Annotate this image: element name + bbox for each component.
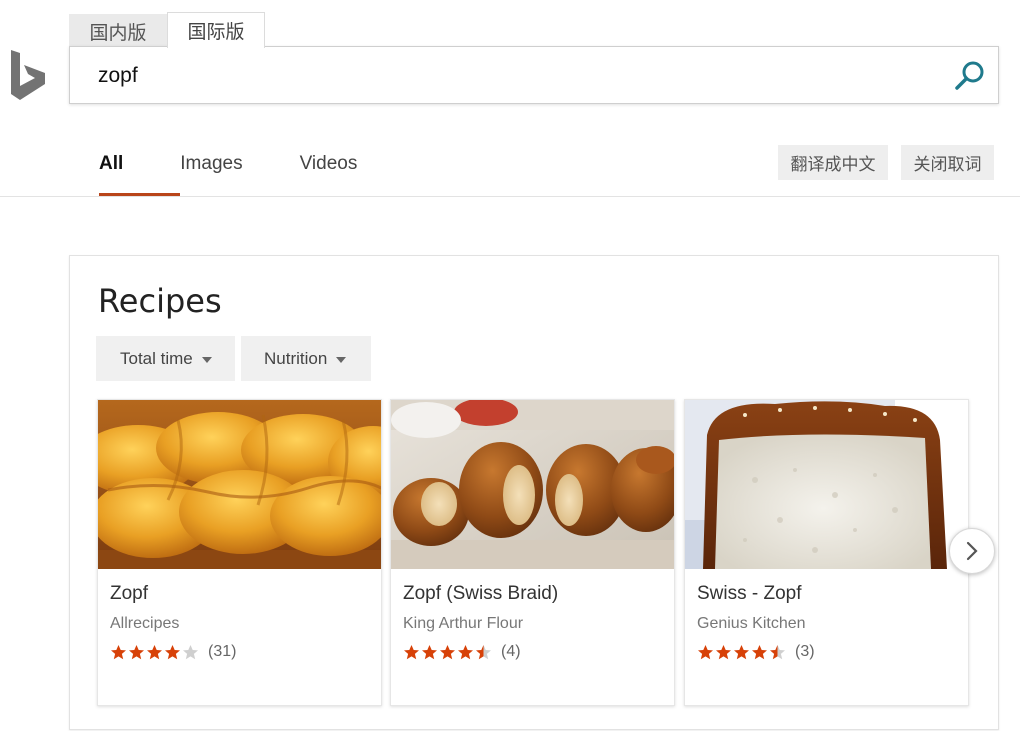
search-icon[interactable] (952, 59, 988, 93)
nav-all[interactable]: All (99, 144, 181, 197)
recipe-title: Zopf (Swiss Braid) (403, 583, 559, 604)
recipe-rating: (31) (110, 642, 236, 662)
star-icon (458, 644, 473, 659)
rating-count: (3) (795, 643, 815, 660)
star-icon (698, 644, 713, 659)
close-lookup-button[interactable]: 关闭取词 (901, 145, 994, 180)
search-nav: All Images Videos (70, 144, 414, 197)
recipe-source: Genius Kitchen (697, 615, 806, 632)
tab-international[interactable]: 国际版 (167, 12, 265, 48)
star-icon (183, 644, 198, 659)
bing-logo-icon[interactable] (8, 48, 48, 104)
star-icon (476, 644, 491, 659)
recipe-rating: (4) (403, 642, 521, 662)
market-tabs: 国内版 国际版 (69, 12, 265, 48)
rating-count: (4) (501, 643, 521, 660)
star-icon (111, 644, 126, 659)
star-icon (165, 644, 180, 659)
star-icon (147, 644, 162, 659)
recipe-image (98, 400, 381, 569)
nav-videos[interactable]: Videos (300, 144, 358, 196)
nav-divider (0, 196, 1020, 197)
nutrition-filter-label: Nutrition (264, 348, 328, 368)
caret-down-icon (336, 356, 347, 363)
recipes-panel: Recipes Total time Nutrition Zopf Allrec… (69, 255, 999, 730)
star-icon (404, 644, 419, 659)
nutrition-filter[interactable]: Nutrition (241, 336, 371, 381)
recipe-title: Zopf (110, 583, 149, 604)
star-icon (734, 644, 749, 659)
next-recipes-button[interactable] (949, 528, 995, 574)
rating-stars (110, 644, 200, 661)
tab-domestic[interactable]: 国内版 (69, 14, 167, 48)
star-icon (129, 644, 144, 659)
star-icon (440, 644, 455, 659)
star-icon (752, 644, 767, 659)
rating-stars (403, 644, 493, 661)
star-icon (770, 644, 785, 659)
total-time-filter-label: Total time (120, 348, 193, 368)
recipe-title: Swiss - Zopf (697, 583, 802, 604)
star-icon (422, 644, 437, 659)
rating-count: (31) (208, 643, 237, 660)
rating-stars (697, 644, 787, 661)
recipe-image (391, 400, 674, 569)
translate-button[interactable]: 翻译成中文 (778, 145, 888, 180)
recipe-card[interactable]: Zopf (Swiss Braid) King Arthur Flour (4) (390, 399, 675, 706)
star-icon (716, 644, 731, 659)
nav-images[interactable]: Images (180, 144, 242, 196)
search-box (69, 46, 999, 105)
recipe-card[interactable]: Swiss - Zopf Genius Kitchen (3) (684, 399, 969, 706)
total-time-filter[interactable]: Total time (96, 336, 235, 381)
recipes-title: Recipes (98, 282, 222, 320)
recipe-image (685, 400, 968, 569)
chevron-right-icon (966, 541, 978, 561)
recipe-card[interactable]: Zopf Allrecipes (31) (97, 399, 382, 706)
recipe-rating: (3) (697, 642, 815, 662)
search-input[interactable] (98, 47, 918, 105)
caret-down-icon (201, 356, 212, 363)
recipe-source: Allrecipes (110, 615, 180, 632)
recipe-source: King Arthur Flour (403, 615, 524, 632)
